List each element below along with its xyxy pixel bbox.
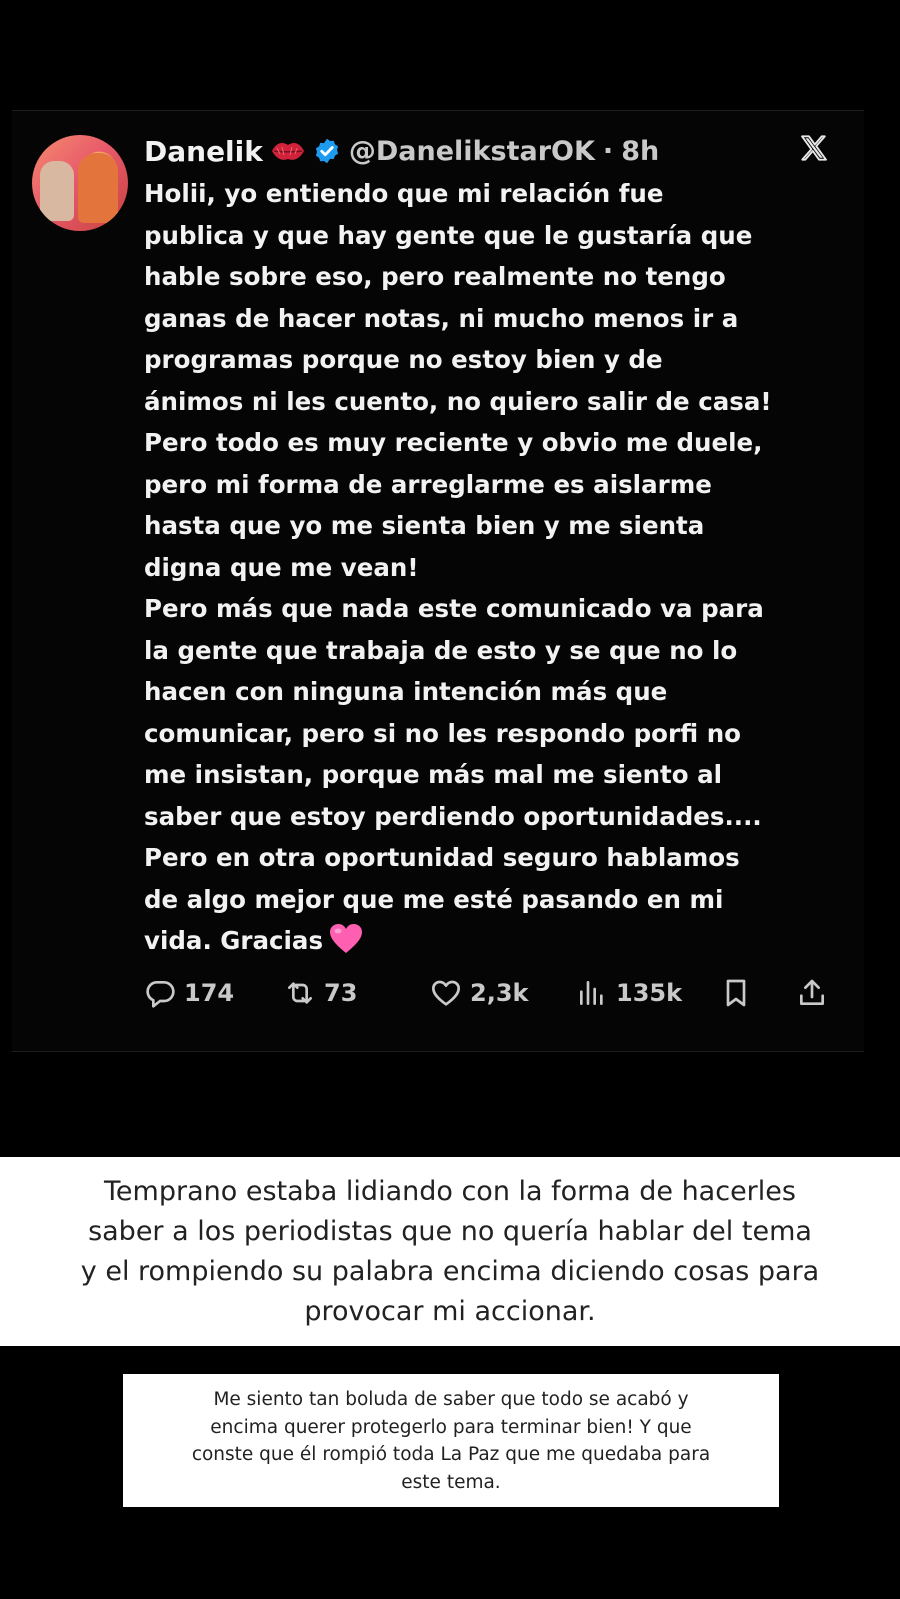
tweet-text-line: hasta que yo me sienta bien y me sienta bbox=[144, 511, 705, 540]
like-button[interactable]: 2,3k bbox=[430, 973, 528, 1013]
tweet-text-line-last: vida. Gracias bbox=[144, 920, 844, 962]
views-button[interactable]: 135k bbox=[576, 973, 682, 1013]
tweet-text-line: digna que me vean! bbox=[144, 552, 419, 582]
caption-top-line: saber a los periodistas que no quería ha… bbox=[88, 1216, 812, 1247]
separator-dot: · bbox=[602, 135, 614, 167]
display-name[interactable]: Danelik bbox=[144, 135, 263, 168]
like-heart-icon bbox=[432, 980, 460, 1006]
caption-top-line: provocar mi accionar. bbox=[304, 1296, 596, 1327]
avatar[interactable] bbox=[32, 135, 128, 231]
tweet-text-line: programas porque no estoy bien y de bbox=[144, 345, 663, 374]
caption-top-line: Temprano estaba lidiando con la forma de… bbox=[104, 1176, 796, 1207]
share-icon bbox=[800, 979, 824, 1005]
tweet-text-line: comunicar, pero si no les respondo porfi… bbox=[144, 718, 741, 748]
caption-bottom-line: Me siento tan boluda de saber que todo s… bbox=[213, 1389, 689, 1410]
avatar-figure bbox=[78, 153, 118, 223]
tweet-text-line: de algo mejor que me esté pasando en mi bbox=[144, 884, 724, 914]
caption-bottom-line: conste que él rompió toda La Paz que me … bbox=[191, 1444, 711, 1465]
like-count: 2,3k bbox=[470, 979, 529, 1007]
tweet-text-line: hacen con ninguna intención más que bbox=[144, 677, 668, 706]
caption-top: Temprano estaba lidiando con la forma de… bbox=[0, 1157, 900, 1346]
caption-top-line: y el rompiendo su palabra encima diciend… bbox=[80, 1256, 820, 1287]
reply-icon bbox=[146, 981, 175, 1008]
bookmark-icon bbox=[726, 979, 746, 1007]
verified-badge-icon bbox=[315, 138, 338, 164]
lips-icon bbox=[271, 143, 304, 160]
tweet-text-line: publica y que hay gente que le gustaría … bbox=[144, 220, 753, 250]
tweet-text-line: ánimos ni les cuento, no quiero salir de… bbox=[144, 386, 772, 416]
tweet-text: Holii, yo entiendo que mi relación fue p… bbox=[144, 173, 844, 962]
reply-button[interactable]: 174 bbox=[144, 973, 234, 1013]
repost-icon bbox=[288, 982, 312, 1004]
share-button[interactable] bbox=[796, 973, 828, 1013]
caption-bottom: Me siento tan boluda de saber que todo s… bbox=[123, 1374, 779, 1507]
tweet-text-line: Holii, yo entiendo que mi relación fue bbox=[144, 179, 664, 208]
tweet-text-last-words: vida. Gracias bbox=[144, 926, 324, 955]
avatar-figure bbox=[40, 161, 74, 221]
views-count: 135k bbox=[616, 979, 683, 1007]
repost-button[interactable]: 73 bbox=[284, 973, 357, 1013]
tweet-text-line: pero mi forma de arreglarme es aislarme bbox=[144, 469, 712, 499]
tweet-text-line: hable sobre eso, pero realmente no tengo bbox=[144, 262, 726, 291]
handle[interactable]: @DanelikstarOK bbox=[349, 136, 595, 167]
tweet-text-line: ganas de hacer notas, ni mucho menos ir … bbox=[144, 303, 739, 333]
repost-count: 73 bbox=[324, 979, 358, 1007]
tweet-actions: 174 73 2,3k 135k bbox=[144, 973, 844, 1013]
timestamp[interactable]: 8h bbox=[621, 136, 659, 167]
views-bars-icon bbox=[580, 981, 603, 1005]
bookmark-button[interactable] bbox=[720, 973, 752, 1013]
tweet-text-line: me insistan, porque más mal me siento al bbox=[144, 760, 723, 789]
reply-count: 174 bbox=[184, 979, 235, 1007]
caption-bottom-line: este tema. bbox=[401, 1471, 501, 1493]
tweet-card[interactable]: Danelik @DanelikstarOK · 8h Holii, yo en… bbox=[12, 110, 864, 1052]
x-logo-icon bbox=[801, 135, 827, 161]
caption-bottom-line: encima querer protegerlo para terminar b… bbox=[210, 1416, 692, 1438]
tweet-text-line: saber que estoy perdiendo oportunidades.… bbox=[144, 801, 762, 831]
tweet-text-line: Pero más que nada este comunicado va par… bbox=[144, 594, 764, 623]
tweet-text-line: Pero todo es muy reciente y obvio me due… bbox=[144, 428, 763, 457]
tweet-text-line: la gente que trabaja de esto y se que no… bbox=[144, 635, 738, 665]
tweet-text-line: Pero en otra oportunidad seguro hablamos bbox=[144, 843, 740, 872]
pink-heart-icon bbox=[330, 924, 363, 953]
tweet-header: Danelik @DanelikstarOK · 8h bbox=[144, 131, 659, 171]
